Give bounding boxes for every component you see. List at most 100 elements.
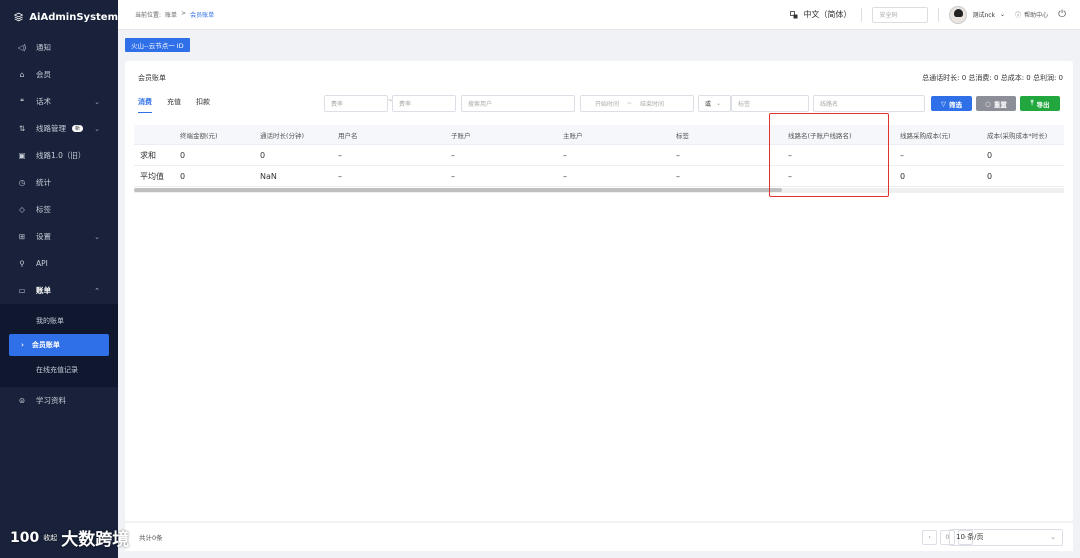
- chevron-icon: ⌃: [94, 286, 100, 295]
- sidebar-item-label: 标签: [36, 205, 51, 214]
- grid-icon: ⊞: [18, 232, 26, 241]
- sidebar-item-label: 线路管理: [36, 124, 66, 133]
- sidebar-subitem-0[interactable]: 我的账单: [0, 307, 118, 334]
- tag-icon: ◇: [19, 205, 25, 214]
- security-code-input[interactable]: 安全码: [872, 6, 929, 23]
- page-title: 会员账单: [138, 74, 166, 82]
- tab-deduct[interactable]: 扣款: [196, 97, 210, 113]
- breadcrumb-separator: >: [181, 10, 187, 17]
- table-cell: –: [563, 150, 567, 160]
- node-tag[interactable]: 火山--云节点一 ID: [125, 38, 190, 52]
- table-cell: 0: [900, 171, 906, 181]
- rate-max-input[interactable]: 费率: [392, 95, 456, 112]
- sidebar-item-api[interactable]: ⚲ API: [0, 250, 118, 277]
- table-cell: –: [563, 171, 567, 181]
- reset-button[interactable]: ○ 重置: [976, 96, 1016, 111]
- tag-select[interactable]: 标签: [731, 95, 809, 112]
- header-divider: [938, 7, 940, 22]
- chevron-down-icon: ⌄: [1000, 11, 1006, 18]
- scrollbar-thumb[interactable]: [134, 188, 782, 192]
- sound-icon: ◁): [17, 43, 27, 52]
- table-cell: –: [676, 171, 680, 181]
- column-header: 子账户: [451, 131, 471, 140]
- breadcrumb-prefix: 当前位置:: [135, 12, 162, 19]
- sidebar-subitem-label: 在线充值记录: [36, 365, 78, 374]
- sidebar: AiAdminSystem ◁) 通知 ⌂ 会员 ❝ 话术 ⌄ ⇅ 线路管理新 ⌄ ▣ 线路1.0（旧…: [0, 0, 118, 558]
- power-icon[interactable]: ⏻: [1058, 9, 1066, 20]
- sidebar-item-script[interactable]: ❝ 话术 ⌄: [0, 88, 118, 115]
- table-cell: –: [451, 171, 455, 181]
- totals-summary: 总通话时长: 0 总消费: 0 总成本: 0 总利润: 0: [922, 74, 1063, 82]
- export-button-label: 导出: [1036, 100, 1050, 109]
- filter-button[interactable]: ▽ 筛选: [931, 96, 972, 111]
- sidebar-item-notice[interactable]: ◁) 通知: [0, 34, 118, 61]
- sidebar-item-label: API: [36, 259, 48, 268]
- table-cell: 求和: [140, 150, 156, 160]
- export-button[interactable]: ⤒ 导出: [1020, 96, 1060, 111]
- username: 测试nck: [972, 12, 996, 19]
- search-user-input[interactable]: 搜索用户: [461, 95, 575, 112]
- table-row: 求和 0 0– – – – – –0: [134, 145, 1064, 166]
- page-size-value: 10 条/页: [956, 533, 984, 541]
- column-header: 终端金额(元): [180, 131, 218, 140]
- sidebar-item-stats[interactable]: ◷ 统计: [0, 169, 118, 196]
- sidebar-item-learning[interactable]: ⊜ 学习资料: [0, 387, 118, 414]
- breadcrumb: 当前位置: 账单 > 会员账单: [118, 10, 214, 19]
- table-header: 终端金额(元) 通话时长(分钟) 用户名 子账户 主账户 标签 线路名(子账户线路名) 线路采…: [134, 125, 1064, 145]
- language-switcher[interactable]: 中文（简体）: [790, 9, 851, 20]
- tab-consume[interactable]: 消费: [138, 97, 152, 113]
- member-bill-card: 会员账单 总通话时长: 0 总消费: 0 总成本: 0 总利润: 0 消费 充值…: [125, 61, 1073, 521]
- app-logo[interactable]: AiAdminSystem: [0, 0, 118, 34]
- sidebar-item-label: 统计: [36, 178, 51, 187]
- reset-icon: ○: [985, 99, 991, 108]
- sidebar-item-lines[interactable]: ⇅ 线路管理新 ⌄: [0, 115, 118, 142]
- filter-button-label: 筛选: [949, 100, 962, 109]
- date-range-picker[interactable]: 开始时间 ~ 结束时间: [580, 95, 694, 112]
- sidebar-item-settings[interactable]: ⊞ 设置 ⌄: [0, 223, 118, 250]
- table-cell: 0: [987, 150, 993, 160]
- prev-page-button[interactable]: ‹: [922, 529, 937, 545]
- sidebar-subitem-2[interactable]: 在线充值记录: [0, 356, 118, 383]
- sidebar-item-label: 话术: [36, 97, 51, 106]
- table-cell: NaN: [260, 171, 277, 181]
- collapse-label[interactable]: 收起: [43, 533, 57, 543]
- chevron-down-icon: ⌄: [1050, 533, 1056, 541]
- member-icon: ⌂: [19, 70, 25, 79]
- reset-button-label: 重置: [993, 100, 1007, 109]
- api-icon: ⚲: [19, 259, 25, 268]
- sidebar-item-lines-old[interactable]: ▣ 线路1.0（旧）: [0, 142, 118, 169]
- sort-icon: ⇅: [18, 124, 26, 133]
- logic-select[interactable]: 或 ⌄: [698, 95, 731, 112]
- help-center-label: 帮助中心: [1024, 12, 1049, 19]
- new-badge: 新: [72, 125, 84, 132]
- sidebar-subitem-1[interactable]: › 会员账单: [9, 334, 109, 356]
- line-name-input[interactable]: 线路名: [813, 95, 925, 112]
- table-cell: 0: [180, 171, 186, 181]
- sidebar-item-member[interactable]: ⌂ 会员: [0, 61, 118, 88]
- rate-min-input[interactable]: 费率: [324, 95, 388, 112]
- sidebar-item-label: 通知: [36, 43, 51, 52]
- highlight-box: [769, 113, 889, 197]
- sidebar-item-billing[interactable]: ▭ 账单 ⌃: [0, 277, 118, 304]
- time-range-separator: ~: [627, 100, 633, 107]
- chevron-right-icon: ›: [21, 341, 24, 349]
- sidebar-item-label: 学习资料: [36, 396, 66, 405]
- bill-table: 终端金额(元) 通话时长(分钟) 用户名 子账户 主账户 标签 线路名(子账户线路名) 线路采…: [134, 125, 1064, 191]
- brand-text: 大数跨境: [61, 530, 130, 550]
- end-time-placeholder: 结束时间: [640, 101, 665, 108]
- user-menu[interactable]: 测试nck ⌄: [949, 5, 1006, 24]
- help-center-link[interactable]: ⓘ 帮助中心: [1015, 10, 1048, 19]
- pagination-bar: 共计0条 ‹ 0 › 10 条/页 ⌄: [125, 523, 1073, 551]
- quote-icon: ❝: [19, 97, 25, 106]
- brand-watermark: 100 收起 大数跨境: [10, 525, 130, 551]
- tab-recharge[interactable]: 充值: [167, 97, 181, 113]
- table-cell: –: [451, 150, 455, 160]
- sidebar-item-tags[interactable]: ◇ 标签: [0, 196, 118, 223]
- page-size-select[interactable]: 10 条/页 ⌄: [949, 528, 1063, 546]
- horizontal-scrollbar[interactable]: [134, 188, 1064, 193]
- monitor-icon: ▣: [18, 151, 26, 160]
- brand-mark: 100: [10, 529, 40, 546]
- total-count: 共计0条: [139, 534, 163, 542]
- table-row: 平均值 0 NaN – – – – –0 0: [134, 166, 1064, 187]
- breadcrumb-parent[interactable]: 账单: [165, 10, 177, 19]
